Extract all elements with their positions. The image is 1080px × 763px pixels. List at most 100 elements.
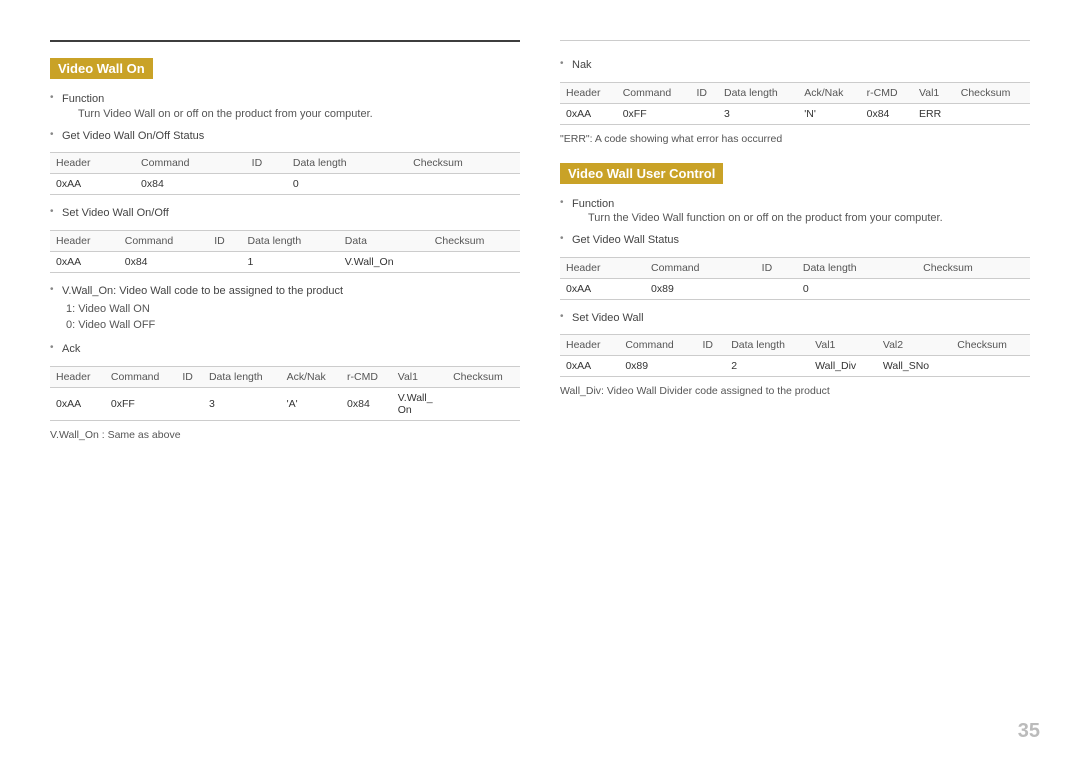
th-header: Header <box>560 335 619 356</box>
th-header: Header <box>560 82 617 103</box>
td-data: V.Wall_On <box>339 251 429 272</box>
bullet-dot-2: • <box>50 129 62 140</box>
bullet-dot-r4: • <box>560 311 572 322</box>
table-nak: Header Command ID Data length Ack/Nak r-… <box>560 82 1030 125</box>
th-header: Header <box>50 366 105 387</box>
td-data-length: 3 <box>718 103 798 124</box>
note3: 0: Video Wall OFF <box>66 319 520 331</box>
th-val2: Val2 <box>877 335 951 356</box>
th-data-length: Data length <box>725 335 809 356</box>
th-checksum: Checksum <box>917 257 1030 278</box>
td-data-length: 0 <box>287 174 407 195</box>
th-data-length: Data length <box>718 82 798 103</box>
th-id: ID <box>176 366 203 387</box>
td-val1: V.Wall_On <box>392 387 447 420</box>
td-id <box>176 387 203 420</box>
err-note: "ERR": A code showing what error has occ… <box>560 133 1030 145</box>
th-val1: Val1 <box>392 366 447 387</box>
table-r-get: Header Command ID Data length Checksum 0… <box>560 257 1030 300</box>
td-command: 0x84 <box>135 174 246 195</box>
th-checksum: Checksum <box>447 366 520 387</box>
th-command: Command <box>105 366 176 387</box>
page-number: 35 <box>1018 720 1040 743</box>
th-data-length: Data length <box>287 153 407 174</box>
td-header: 0xAA <box>560 278 645 299</box>
table-get: Header Command ID Data length Checksum 0… <box>50 152 520 195</box>
td-val1: Wall_Div <box>809 356 877 377</box>
td-command: 0xFF <box>617 103 691 124</box>
table-row: 0xAA 0x89 0 <box>560 278 1030 299</box>
bullet-dot-r1: • <box>560 58 572 69</box>
th-checksum: Checksum <box>955 82 1030 103</box>
r-get-status-item: • Get Video Wall Status <box>560 232 1030 249</box>
th-command: Command <box>135 153 246 174</box>
td-checksum <box>407 174 520 195</box>
th-checksum: Checksum <box>407 153 520 174</box>
get-status-label: Get Video Wall On/Off Status <box>62 128 520 145</box>
td-checksum <box>951 356 1030 377</box>
th-id: ID <box>208 230 241 251</box>
td-val1: ERR <box>913 103 955 124</box>
td-data-length: 1 <box>241 251 338 272</box>
r-set-label: Set Video Wall <box>572 310 1030 327</box>
td-command: 0x84 <box>119 251 208 272</box>
ack-label-item: • Ack <box>50 341 520 358</box>
set-label-item: • Set Video Wall On/Off <box>50 205 520 222</box>
bullet-dot-5: • <box>50 342 62 353</box>
bullet-dot-r3: • <box>560 233 572 244</box>
set-label: Set Video Wall On/Off <box>62 205 520 222</box>
td-header: 0xAA <box>560 103 617 124</box>
td-data-length: 2 <box>725 356 809 377</box>
table-get-wrapper: Header Command ID Data length Checksum 0… <box>50 152 520 195</box>
r-function-label: Function <box>572 196 943 213</box>
td-id <box>208 251 241 272</box>
bullet-dot-r2: • <box>560 197 572 208</box>
td-r-cmd: 0x84 <box>341 387 392 420</box>
table-row: 0xAA 0xFF 3 'N' 0x84 ERR <box>560 103 1030 124</box>
td-header: 0xAA <box>50 174 135 195</box>
th-ack-nak: Ack/Nak <box>798 82 860 103</box>
th-data-length: Data length <box>203 366 281 387</box>
function-item: • Function Turn Video Wall on or off on … <box>50 91 520 124</box>
note2: 1: Video Wall ON <box>66 303 520 315</box>
th-data-length: Data length <box>241 230 338 251</box>
r-function-item: • Function Turn the Video Wall function … <box>560 196 1030 229</box>
th-data: Data <box>339 230 429 251</box>
table-r-get-wrapper: Header Command ID Data length Checksum 0… <box>560 257 1030 300</box>
th-data-length: Data length <box>797 257 917 278</box>
td-ack-nak: 'N' <box>798 103 860 124</box>
th-val1: Val1 <box>913 82 955 103</box>
th-command: Command <box>645 257 756 278</box>
th-id: ID <box>696 335 725 356</box>
th-command: Command <box>119 230 208 251</box>
th-r-cmd: r-CMD <box>341 366 392 387</box>
nak-label: Nak <box>572 57 1030 74</box>
top-divider-right <box>560 40 1030 41</box>
th-checksum: Checksum <box>951 335 1030 356</box>
td-checksum <box>955 103 1030 124</box>
left-column: Video Wall On • Function Turn Video Wall… <box>50 40 520 723</box>
td-command: 0xFF <box>105 387 176 420</box>
td-header: 0xAA <box>560 356 619 377</box>
td-checksum <box>917 278 1030 299</box>
table-set-wrapper: Header Command ID Data length Data Check… <box>50 230 520 273</box>
nak-label-item: • Nak <box>560 57 1030 74</box>
th-command: Command <box>619 335 696 356</box>
th-id: ID <box>246 153 287 174</box>
table-row: 0xAA 0x84 0 <box>50 174 520 195</box>
td-data-length: 0 <box>797 278 917 299</box>
td-checksum <box>447 387 520 420</box>
td-checksum <box>429 251 520 272</box>
bullet-dot-4: • <box>50 284 62 295</box>
note1: V.Wall_On: Video Wall code to be assigne… <box>62 283 520 300</box>
td-data-length: 3 <box>203 387 281 420</box>
table-ack-wrapper: Header Command ID Data length Ack/Nak r-… <box>50 366 520 421</box>
table-row: 0xAA 0x89 2 Wall_Div Wall_SNo <box>560 356 1030 377</box>
bullet-dot-3: • <box>50 206 62 217</box>
table-row: 0xAA 0xFF 3 'A' 0x84 V.Wall_On <box>50 387 520 420</box>
th-id: ID <box>691 82 718 103</box>
th-command: Command <box>617 82 691 103</box>
td-r-cmd: 0x84 <box>861 103 913 124</box>
bullet-dot-1: • <box>50 92 62 103</box>
td-id <box>691 103 718 124</box>
